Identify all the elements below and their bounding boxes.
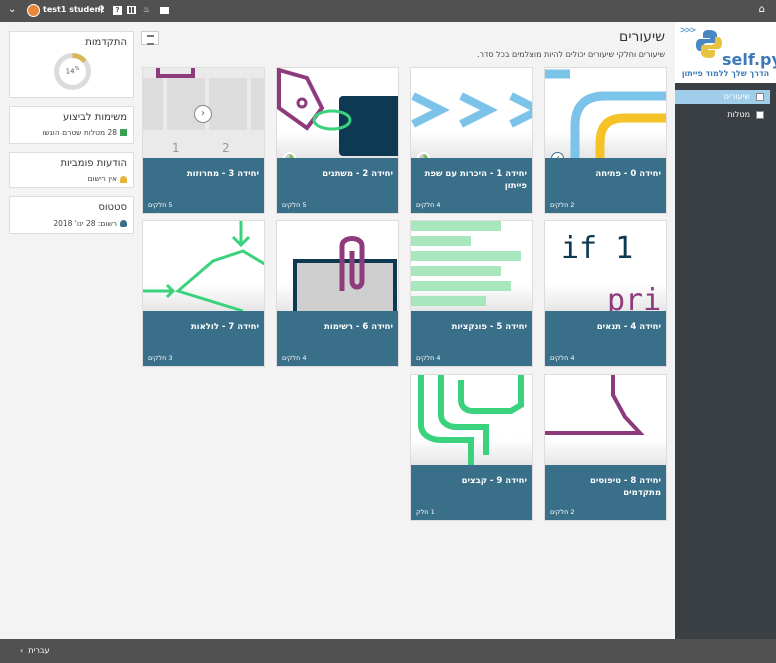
lesson-card-2[interactable]: יחידה 2 - משתנים 5 חלקים	[276, 67, 399, 214]
table-icon[interactable]	[127, 6, 136, 14]
lesson-card-8[interactable]: יחידה 8 - טיפוסים מתקדמים 2 חלקים	[544, 374, 667, 521]
panel-title: סטטוס	[98, 202, 127, 213]
code-if-text: if 1	[561, 231, 634, 266]
lesson-image	[545, 375, 666, 465]
page-title: שיעורים	[619, 29, 665, 45]
lesson-title: יחידה 1 - היכרות עם שפת פייתון	[424, 169, 527, 191]
lesson-card-5[interactable]: יחידה 5 - פונקציות 4 חלקים	[410, 220, 533, 367]
sidebar-item-lessons[interactable]: שיעורים	[675, 90, 770, 104]
lesson-image	[545, 68, 666, 158]
top-bar: ⌄ test1 student ⚲ ? ♨ ⌂	[0, 0, 776, 22]
lesson-card-4[interactable]: if 1 pri יחידה 4 - תנאים 4 חלקים	[544, 220, 667, 367]
tagline: הדרך שלך ללמוד פייתון	[681, 69, 770, 78]
string-index-1: 1	[172, 141, 180, 155]
lesson-image	[143, 221, 264, 311]
tasks-panel[interactable]: משימות לביצוע 28 מטלות שטרם הוגשו	[9, 106, 134, 144]
panel-title: משימות לביצוע	[63, 112, 127, 123]
lesson-parts: 5 חלקים	[148, 201, 173, 209]
user-icon	[120, 220, 127, 227]
brand-name: self.py	[722, 50, 776, 69]
lesson-parts: 2 חלקים	[550, 201, 575, 209]
announcements-panel[interactable]: הודעות פומביות אין רישום	[9, 152, 134, 188]
home-icon[interactable]: ⌂	[759, 4, 765, 15]
string-index-2: 2	[222, 141, 230, 155]
next-image-button[interactable]: ›	[194, 105, 212, 123]
progress-panel: התקדמות 14%	[9, 31, 134, 98]
sidebar-item-label: מטלות	[727, 110, 750, 119]
lesson-title: יחידה 0 - פתיחה	[595, 169, 661, 179]
lesson-title: יחידה 6 - רשימות	[324, 322, 393, 332]
lesson-card-6[interactable]: יחידה 6 - רשימות 4 חלקים	[276, 220, 399, 367]
code-print-text: pri	[607, 283, 662, 311]
lesson-parts: 5 חלקים	[282, 201, 307, 209]
lesson-parts: 2 חלקים	[550, 508, 575, 516]
lesson-title: יחידה 7 - לולאות	[190, 322, 259, 332]
lesson-card-0[interactable]: ✓ יחידה 0 - פתיחה 2 חלקים	[544, 67, 667, 214]
bell-icon	[120, 176, 127, 183]
lesson-image	[411, 68, 532, 158]
status-panel: סטטוס רשום: 28 ינו' 2018	[9, 196, 134, 234]
lesson-title: יחידה 9 - קבצים	[461, 476, 527, 486]
page-subtitle: שיעורים וחלקי שיעורים יכולים להיות מוצלמ…	[476, 50, 665, 59]
lesson-card-3[interactable]: 1 2 › יחידה 3 - מחרוזות 5 חלקים	[142, 67, 265, 214]
avatar[interactable]	[27, 4, 40, 17]
lesson-image	[277, 221, 398, 311]
lesson-image	[411, 221, 532, 311]
logo[interactable]: >>> self.py הדרך שלך ללמוד פייתון	[675, 22, 776, 83]
registration-date: רשום: 28 ינו' 2018	[53, 219, 117, 228]
lesson-parts: 4 חלקים	[416, 354, 441, 362]
lessons-icon	[756, 93, 764, 101]
sidebar: >>> self.py הדרך שלך ללמוד פייתון שיעורי…	[675, 22, 776, 639]
lesson-card-9[interactable]: יחידה 9 - קבצים 1 חלק	[410, 374, 533, 521]
panel-title: התקדמות	[85, 37, 127, 48]
search-icon[interactable]: ⚲	[98, 4, 105, 16]
mail-icon[interactable]	[160, 7, 169, 14]
tasks-summary: 28 מטלות שטרם הוגשו	[42, 128, 117, 137]
progress-percent: 14%	[65, 66, 80, 76]
sidebar-item-label: שיעורים	[723, 92, 750, 101]
lesson-title: יחידה 8 - טיפוסים מתקדמים	[589, 476, 661, 498]
help-icon[interactable]: ?	[113, 6, 122, 15]
chevron-down-icon[interactable]: ⌄	[8, 4, 16, 15]
sidebar-item-tasks[interactable]: מטלות	[675, 108, 770, 122]
lesson-parts: 1 חלק	[416, 508, 435, 516]
python-logo-icon	[696, 30, 722, 58]
lesson-parts: 4 חלקים	[550, 354, 575, 362]
bottom-bar: ‹ עברית	[0, 639, 776, 663]
lesson-parts: 4 חלקים	[416, 201, 441, 209]
lesson-parts: 4 חלקים	[282, 354, 307, 362]
lesson-card-1[interactable]: יחידה 1 - היכרות עם שפת פייתון 4 חלקים	[410, 67, 533, 214]
view-toggle-button[interactable]	[141, 31, 159, 45]
lesson-title: יחידה 2 - משתנים	[322, 169, 393, 179]
lesson-image: if 1 pri	[545, 221, 666, 311]
language-selector[interactable]: ‹ עברית	[20, 646, 50, 655]
lesson-image	[277, 68, 398, 158]
lesson-card-7[interactable]: יחידה 7 - לולאות 3 חלקים	[142, 220, 265, 367]
lesson-image	[411, 375, 532, 465]
lesson-title: יחידה 4 - תנאים	[596, 322, 661, 332]
python-icon[interactable]: ♨	[143, 4, 150, 16]
announcements-summary: אין רישום	[87, 174, 117, 183]
task-check-icon	[120, 129, 127, 136]
lesson-title: יחידה 3 - מחרוזות	[186, 169, 259, 179]
lesson-title: יחידה 5 - פונקציות	[451, 322, 527, 332]
lesson-parts: 3 חלקים	[148, 354, 173, 362]
username[interactable]: test1 student	[43, 5, 104, 14]
logo-arrows: >>>	[680, 25, 696, 36]
panel-title: הודעות פומביות	[60, 158, 127, 169]
tasks-icon	[756, 111, 764, 119]
